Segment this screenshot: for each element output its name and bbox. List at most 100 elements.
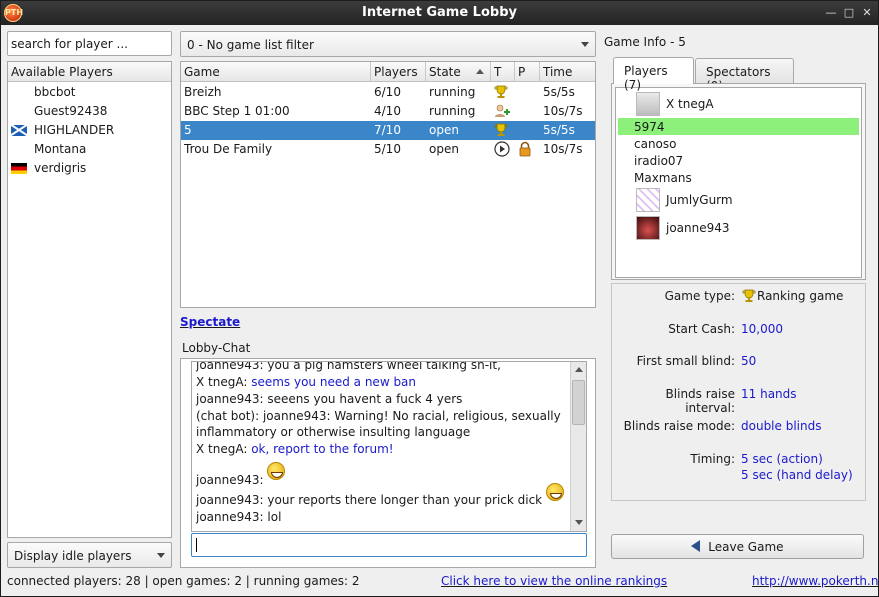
chat-message: X tnegA: seems you need a new ban <box>196 374 566 390</box>
player-name: bbcbot <box>34 85 76 99</box>
list-item[interactable]: Montana <box>8 140 171 159</box>
list-item[interactable]: iradio07 <box>618 152 859 169</box>
player-name: 5974 <box>634 120 665 134</box>
minimize-icon[interactable]: — <box>824 6 838 20</box>
chat-username: X tnegA: <box>196 442 248 456</box>
table-row[interactable]: 5 7/10 open 5s/5s <box>181 121 595 140</box>
chat-message: X tnegA: ok, report to the forum! <box>196 441 566 457</box>
detail-label: Blinds raise mode: <box>623 419 735 433</box>
game-name-cell: Trou De Family <box>184 142 273 156</box>
detail-label: Game type: <box>664 289 735 303</box>
players-tab-panel: X tnegA 5974 canoso iradio07 Maxmans JumlyGur… <box>611 83 866 280</box>
column-header-type[interactable]: T <box>491 62 515 82</box>
leave-game-label: Leave Game <box>708 540 784 554</box>
detail-value: double blinds <box>741 419 822 433</box>
column-header-state[interactable]: State <box>426 62 491 82</box>
connection-status: connected players: 28 | open games: 2 | … <box>7 574 360 588</box>
chat-username: joanne943: <box>196 493 264 507</box>
list-item[interactable]: bbcbot <box>8 83 171 102</box>
game-detail-row: Blinds raise mode: double blinds <box>612 419 865 453</box>
game-detail-row: Timing: 5 sec (action) 5 sec (hand delay) <box>612 452 865 486</box>
chevron-down-icon <box>157 553 165 558</box>
chat-input[interactable] <box>191 533 587 557</box>
player-name: verdigris <box>34 161 87 175</box>
flag-germany-icon <box>11 163 27 174</box>
chat-scroll-thumb[interactable] <box>572 380 585 425</box>
column-header-time[interactable]: Time <box>540 62 595 82</box>
table-row[interactable]: Trou De Family 5/10 open 10s/7s <box>181 140 595 159</box>
game-players-list: X tnegA 5974 canoso iradio07 Maxmans JumlyGur… <box>615 87 862 278</box>
list-item[interactable]: joanne943 <box>618 215 859 241</box>
play-circle-icon <box>494 141 510 157</box>
chat-text: seeens you havent a fuck 4 yers <box>267 392 463 406</box>
spectate-link[interactable]: Spectate <box>180 315 240 329</box>
column-header-game[interactable]: Game <box>181 62 371 82</box>
players-cell: 5/10 <box>374 142 401 156</box>
flag-scotland-icon <box>11 125 27 136</box>
player-search-input[interactable]: search for player ... <box>7 31 172 56</box>
game-filter-label: 0 - No game list filter <box>187 38 314 52</box>
sort-ascending-icon <box>476 69 484 74</box>
leave-game-button[interactable]: Leave Game <box>611 534 864 559</box>
detail-value-secondary: 5 sec (hand delay) <box>741 468 853 482</box>
list-item[interactable]: HIGHLANDER <box>8 121 171 140</box>
chat-text: lol <box>267 510 282 524</box>
chat-username: joanne943: <box>196 510 264 524</box>
players-cell: 6/10 <box>374 85 401 99</box>
rankings-link[interactable]: Click here to view the online rankings <box>441 574 667 588</box>
chat-message: joanne943: you a pig hamsters wheel talk… <box>196 361 566 373</box>
scroll-up-icon[interactable] <box>575 367 583 372</box>
list-item[interactable]: Guest92438 <box>8 102 171 121</box>
list-item[interactable]: X tnegA <box>618 91 859 117</box>
detail-value: 10,000 <box>741 322 783 336</box>
scroll-down-icon[interactable] <box>575 520 583 525</box>
player-name: Montana <box>34 142 87 156</box>
chat-username: joanne943: <box>196 361 264 372</box>
game-detail-row: First small blind: 50 <box>612 354 865 388</box>
detail-value: Ranking game <box>757 289 844 303</box>
column-header-players[interactable]: Players <box>371 62 426 82</box>
chat-message: joanne943: your reports there longer tha… <box>196 483 566 508</box>
game-filter-combo[interactable]: 0 - No game list filter <box>180 31 596 57</box>
game-name-cell: BBC Step 1 01:00 <box>184 104 290 118</box>
chat-text: seems you need a new ban <box>251 375 417 389</box>
chat-scrollbar[interactable] <box>570 362 586 531</box>
chat-username: (chat bot): joanne943: <box>196 409 331 423</box>
player-name: canoso <box>634 137 677 151</box>
chat-username: X tnegA: <box>196 375 248 389</box>
tab-players[interactable]: Players (7) <box>613 57 694 92</box>
state-cell: running <box>429 85 476 99</box>
table-row[interactable]: Breizh 6/10 running 5s/5s <box>181 83 595 102</box>
idle-players-combo[interactable]: Display idle players <box>7 542 172 568</box>
column-header-private[interactable]: P <box>515 62 540 82</box>
list-item[interactable]: verdigris <box>8 159 171 178</box>
chevron-down-icon <box>581 42 589 47</box>
player-name: Guest92438 <box>34 104 108 118</box>
state-cell: open <box>429 142 459 156</box>
maximize-icon[interactable]: □ <box>842 6 856 20</box>
available-players-header: Available Players <box>8 62 171 82</box>
table-row[interactable]: BBC Step 1 01:00 4/10 running 10s/7s <box>181 102 595 121</box>
player-name: joanne943 <box>666 221 730 235</box>
list-item[interactable]: Maxmans <box>618 169 859 186</box>
list-item[interactable]: 5974 <box>618 118 859 135</box>
time-cell: 10s/7s <box>543 142 583 156</box>
laughing-emoji-icon <box>267 462 286 480</box>
list-item[interactable]: JumlyGurm <box>618 187 859 213</box>
chat-message: (chat bot): joanne943: Warning! No racia… <box>196 408 566 440</box>
main-window: PTH Internet Game Lobby — □ ✕ search for… <box>0 0 879 597</box>
player-search-placeholder: search for player ... <box>11 37 128 51</box>
game-name-cell: 5 <box>184 123 192 137</box>
list-item[interactable]: canoso <box>618 135 859 152</box>
tab-spectators[interactable]: Spectators (0) <box>695 58 794 93</box>
laughing-emoji-icon <box>545 483 564 501</box>
state-cell: open <box>429 123 459 137</box>
website-link[interactable]: http://www.pokerth.net <box>752 574 879 588</box>
avatar <box>636 216 660 240</box>
detail-label: Start Cash: <box>668 322 735 336</box>
lobby-chat-panel: joanne943: you a pig hamsters wheel talk… <box>180 358 596 568</box>
game-detail-row: Start Cash: 10,000 <box>612 322 865 356</box>
chat-text: you a pig hamsters wheel talking sh-it, <box>267 361 501 372</box>
close-icon[interactable]: ✕ <box>860 6 874 20</box>
lock-icon <box>518 141 532 157</box>
